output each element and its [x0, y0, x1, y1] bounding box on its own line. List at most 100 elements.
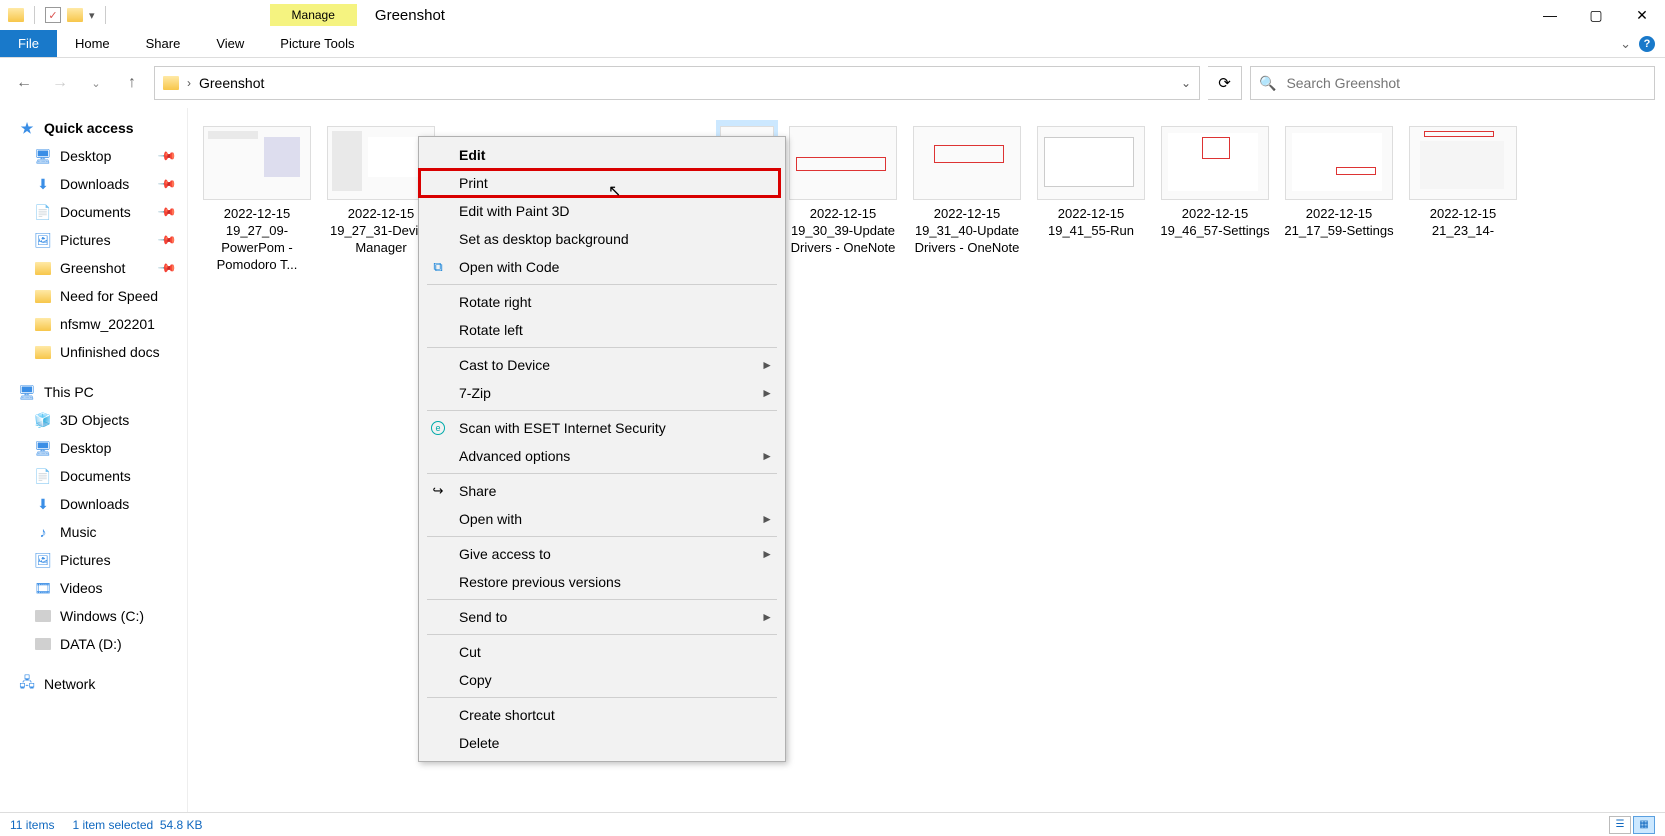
- context-menu-item[interactable]: Rotate left: [419, 316, 785, 344]
- ribbon-expand-icon[interactable]: ⌄: [1620, 36, 1631, 52]
- file-item[interactable]: 2022-12-15 19_27_09-PowerPom - Pomodoro …: [198, 120, 316, 280]
- sidebar-item[interactable]: DATA (D:): [0, 630, 187, 658]
- home-tab[interactable]: Home: [57, 30, 128, 57]
- separator: [34, 6, 35, 24]
- sidebar-item-label: Downloads: [60, 176, 129, 192]
- window-controls: — ▢ ✕: [1527, 0, 1665, 30]
- sidebar-item-label: Pictures: [60, 552, 111, 568]
- file-thumbnail: [913, 126, 1021, 200]
- ribbon-tabs: File Home Share View Picture Tools ⌄ ?: [0, 30, 1665, 58]
- manage-tab[interactable]: Manage: [270, 4, 357, 26]
- menu-item-label: Open with Code: [459, 259, 559, 275]
- view-tab[interactable]: View: [198, 30, 262, 57]
- context-menu-item[interactable]: Give access to►: [419, 540, 785, 568]
- address-bar[interactable]: › Greenshot ⌄: [154, 66, 1200, 100]
- context-menu-item[interactable]: eScan with ESET Internet Security: [419, 414, 785, 442]
- customize-qat-dropdown[interactable]: ▾: [89, 9, 95, 22]
- context-menu-item[interactable]: Restore previous versions: [419, 568, 785, 596]
- sidebar-item[interactable]: nfsmw_202201: [0, 310, 187, 338]
- sidebar-item[interactable]: 🖼Pictures: [0, 546, 187, 574]
- context-menu-item[interactable]: Create shortcut: [419, 701, 785, 729]
- picture-tools-tab[interactable]: Picture Tools: [262, 30, 372, 57]
- menu-separator: [427, 347, 777, 348]
- sidebar-item[interactable]: 🧊3D Objects: [0, 406, 187, 434]
- refresh-button[interactable]: ⟳: [1208, 66, 1242, 100]
- details-view-button[interactable]: ☰: [1609, 816, 1631, 834]
- sidebar-item-icon: 🖼: [34, 231, 52, 249]
- sidebar-item[interactable]: ⬇ Downloads: [0, 490, 187, 518]
- context-menu-item[interactable]: Edit with Paint 3D: [419, 197, 785, 225]
- file-tab[interactable]: File: [0, 30, 57, 57]
- sidebar-quick-access[interactable]: ★ Quick access: [0, 114, 187, 142]
- submenu-arrow-icon: ►: [761, 610, 773, 624]
- sidebar-item[interactable]: 📄Documents📌: [0, 198, 187, 226]
- maximize-button[interactable]: ▢: [1573, 0, 1619, 30]
- sidebar-item[interactable]: 📄Documents: [0, 462, 187, 490]
- sidebar-item[interactable]: 🖼Pictures📌: [0, 226, 187, 254]
- context-menu-item[interactable]: ⧉Open with Code: [419, 253, 785, 281]
- menu-item-label: Open with: [459, 511, 522, 527]
- sidebar-item-label: Need for Speed: [60, 288, 158, 304]
- back-button[interactable]: ←: [10, 69, 38, 97]
- context-menu-item[interactable]: Rotate right: [419, 288, 785, 316]
- context-menu-item[interactable]: Advanced options►: [419, 442, 785, 470]
- up-button[interactable]: ↑: [118, 69, 146, 97]
- properties-icon[interactable]: ✓: [45, 7, 61, 23]
- file-name-label: 2022-12-15 19_31_40-Update Drivers - One…: [912, 206, 1022, 257]
- sidebar-item[interactable]: ♪Music: [0, 518, 187, 546]
- file-item[interactable]: 2022-12-15 21_17_59-Settings: [1280, 120, 1398, 280]
- sidebar-item[interactable]: Need for Speed: [0, 282, 187, 310]
- sidebar-item-label: Downloads: [60, 496, 129, 512]
- context-menu-item[interactable]: Cast to Device►: [419, 351, 785, 379]
- context-menu-item[interactable]: Delete: [419, 729, 785, 757]
- recent-locations-dropdown[interactable]: ⌄: [82, 69, 110, 97]
- menu-separator: [427, 473, 777, 474]
- search-box[interactable]: 🔍: [1250, 66, 1655, 100]
- context-menu-item[interactable]: Open with►: [419, 505, 785, 533]
- sidebar-item[interactable]: Greenshot📌: [0, 254, 187, 282]
- help-icon[interactable]: ?: [1639, 36, 1655, 52]
- address-dropdown-icon[interactable]: ⌄: [1181, 76, 1191, 90]
- menu-item-label: Rotate right: [459, 294, 531, 310]
- context-menu-item[interactable]: Copy: [419, 666, 785, 694]
- sidebar-network[interactable]: 🖧 Network: [0, 670, 187, 698]
- context-menu-item[interactable]: 7-Zip►: [419, 379, 785, 407]
- file-item[interactable]: 2022-12-15 19_30_39-Update Drivers - One…: [784, 120, 902, 280]
- sidebar-item[interactable]: 🎞Videos: [0, 574, 187, 602]
- new-folder-icon[interactable]: [67, 8, 83, 22]
- context-menu-item[interactable]: Set as desktop background: [419, 225, 785, 253]
- file-thumbnail: [1409, 126, 1517, 200]
- file-item[interactable]: 2022-12-15 19_41_55-Run: [1032, 120, 1150, 280]
- context-menu-item[interactable]: Cut: [419, 638, 785, 666]
- status-item-count: 11 items: [10, 818, 54, 832]
- sidebar-item[interactable]: Unfinished docs: [0, 338, 187, 366]
- thumbnails-view-button[interactable]: ▦: [1633, 816, 1655, 834]
- minimize-button[interactable]: —: [1527, 0, 1573, 30]
- file-item[interactable]: 2022-12-15 19_46_57-Settings: [1156, 120, 1274, 280]
- search-input[interactable]: [1286, 75, 1646, 91]
- sidebar-item[interactable]: 🖥Desktop: [0, 434, 187, 462]
- sidebar-item-icon: [34, 287, 52, 305]
- context-menu-item[interactable]: Send to►: [419, 603, 785, 631]
- sidebar-item-icon: [34, 607, 52, 625]
- sidebar-item[interactable]: 🖥Desktop📌: [0, 142, 187, 170]
- context-menu-item[interactable]: ↪Share: [419, 477, 785, 505]
- folder-icon: [163, 76, 179, 90]
- menu-item-label: Set as desktop background: [459, 231, 629, 247]
- share-tab[interactable]: Share: [128, 30, 199, 57]
- menu-separator: [427, 599, 777, 600]
- file-view[interactable]: 2022-12-15 19_27_09-PowerPom - Pomodoro …: [188, 108, 1665, 812]
- close-button[interactable]: ✕: [1619, 0, 1665, 30]
- sidebar-item-icon: ⬇: [34, 495, 52, 513]
- context-menu-item[interactable]: Print: [419, 169, 785, 197]
- context-menu-item[interactable]: Edit: [419, 141, 785, 169]
- sidebar-this-pc[interactable]: 🖥 This PC: [0, 378, 187, 406]
- file-thumbnail: [789, 126, 897, 200]
- file-item[interactable]: 2022-12-15 21_23_14-: [1404, 120, 1522, 280]
- file-item[interactable]: 2022-12-15 19_31_40-Update Drivers - One…: [908, 120, 1026, 280]
- sidebar-item[interactable]: ⬇Downloads📌: [0, 170, 187, 198]
- submenu-arrow-icon: ►: [761, 449, 773, 463]
- forward-button[interactable]: →: [46, 69, 74, 97]
- breadcrumb-segment[interactable]: Greenshot: [199, 75, 264, 91]
- sidebar-item[interactable]: Windows (C:): [0, 602, 187, 630]
